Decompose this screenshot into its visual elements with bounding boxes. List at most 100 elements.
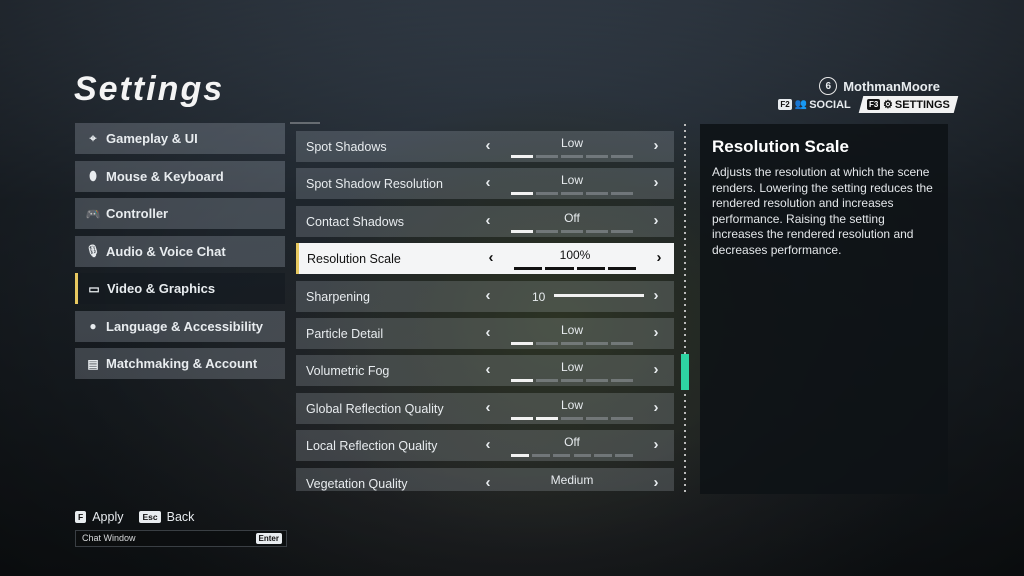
chevron-right-icon[interactable]: ›: [650, 137, 662, 154]
scrollbar-dot: [684, 202, 686, 204]
slider-track[interactable]: [554, 293, 644, 297]
setting-row-spot-shadows[interactable]: Spot Shadows ‹ › Low: [296, 131, 674, 162]
sidebar-item-label: Video & Graphics: [107, 281, 216, 296]
sidebar-item-controller[interactable]: 🎮 Controller: [75, 198, 285, 229]
level-indicator-segment: [536, 379, 558, 383]
level-indicator-segment: [561, 416, 583, 420]
setting-row-resolution-scale[interactable]: Resolution Scale ‹ › 100%: [296, 243, 674, 275]
setting-row-contact-shadows[interactable]: Contact Shadows ‹ › Off: [296, 205, 674, 237]
scrollbar-dot: [684, 478, 686, 480]
setting-row-vegetation-quality[interactable]: Vegetation Quality ‹ › Medium: [296, 467, 674, 491]
sidebar-item-mouse-keyboard[interactable]: ⬮ Mouse & Keyboard: [75, 160, 285, 192]
scrollbar-thumb[interactable]: [681, 354, 689, 390]
social-tab-label: SOCIAL: [809, 98, 851, 111]
scrollbar-dot: [684, 304, 686, 306]
level-indicator-segment: [611, 155, 633, 158]
monitor-icon: ▭: [88, 281, 100, 296]
level-indicator-segment: [611, 416, 633, 420]
sidebar-item-language-accessibility[interactable]: ● Language & Accessibility: [75, 310, 285, 342]
chevron-right-icon[interactable]: ›: [650, 436, 662, 453]
chevron-right-icon[interactable]: ›: [650, 287, 662, 304]
level-indicator-segment: [561, 379, 583, 383]
chevron-left-icon[interactable]: ‹: [482, 399, 494, 416]
setting-row-particle-detail[interactable]: Particle Detail ‹ › Low: [296, 318, 674, 349]
setting-row-sharpening[interactable]: Sharpening ‹ › 10: [296, 280, 674, 312]
sidebar-item-gameplay-ui[interactable]: ⌖ Gameplay & UI: [75, 123, 285, 154]
apply-label: Apply: [92, 510, 124, 524]
chevron-left-icon[interactable]: ‹: [482, 137, 494, 154]
chevron-right-icon[interactable]: ›: [650, 174, 662, 191]
chevron-right-icon[interactable]: ›: [650, 324, 662, 341]
setting-value: Medium: [550, 472, 594, 487]
setting-value: Low: [560, 360, 583, 375]
sidebar-item-video-graphics[interactable]: ▭ Video & Graphics: [75, 273, 285, 304]
chevron-left-icon[interactable]: ‹: [482, 474, 494, 491]
top-nav: F2 👥 SOCIAL F3 ⚙ SETTINGS: [772, 96, 959, 113]
sidebar-item-label: Audio & Voice Chat: [106, 243, 226, 259]
setting-value: Off: [564, 210, 580, 225]
scrollbar-dot: [684, 226, 686, 228]
scrollbar-dot: [684, 244, 686, 246]
crosshair-icon: ⌖: [89, 131, 97, 145]
scrollbar-dot: [684, 460, 686, 462]
scrollbar-dot: [684, 256, 686, 258]
level-indicator-segment: [511, 379, 533, 383]
scrollbar-dot: [684, 148, 686, 150]
level-indicator-segment: [615, 454, 633, 458]
enter-key: Enter: [255, 533, 282, 544]
scrollbar-dot: [684, 466, 686, 468]
setting-row-volumetric-fog[interactable]: Volumetric Fog ‹ › Low: [296, 355, 674, 387]
chevron-left-icon[interactable]: ‹: [482, 361, 494, 378]
setting-row-spot-shadow-resolution[interactable]: Spot Shadow Resolution ‹ › Low: [296, 168, 674, 200]
setting-label: Spot Shadow Resolution: [306, 177, 443, 192]
sidebar-item-audio-voice-chat[interactable]: 🎙 Audio & Voice Chat: [75, 235, 285, 267]
chevron-left-icon[interactable]: ‹: [482, 324, 494, 341]
scrollbar-dot: [684, 154, 686, 156]
chevron-left-icon[interactable]: ‹: [482, 174, 494, 191]
sidebar-item-matchmaking-account[interactable]: ▤ Matchmaking & Account: [75, 348, 285, 379]
settings-tab-label: SETTINGS: [894, 98, 950, 111]
level-indicator-segment: [511, 192, 533, 196]
apply-hint[interactable]: F Apply: [75, 510, 123, 524]
level-indicator-segment: [586, 155, 608, 158]
level-indicator-segment: [586, 229, 608, 233]
chevron-left-icon[interactable]: ‹: [485, 249, 497, 266]
chevron-right-icon[interactable]: ›: [650, 212, 662, 229]
social-tab[interactable]: F2 👥 SOCIAL: [772, 97, 856, 113]
level-indicator-segment: [536, 342, 558, 345]
back-hint[interactable]: Esc Back: [139, 510, 194, 524]
setting-value: Low: [560, 323, 583, 337]
level-indicator-segment: [536, 155, 558, 158]
scrollbar-dot: [684, 190, 686, 192]
page-title: Settings: [74, 70, 225, 108]
scrollbar-dot: [684, 196, 686, 198]
setting-label: Contact Shadows: [306, 214, 404, 229]
scrollbar-dot: [684, 220, 686, 222]
chat-input[interactable]: Chat Window Enter: [75, 530, 287, 547]
level-indicator-segment: [531, 454, 550, 458]
chevron-left-icon[interactable]: ‹: [482, 212, 494, 229]
scrollbar-dot: [684, 238, 686, 240]
chevron-right-icon[interactable]: ›: [653, 249, 665, 266]
settings-tab[interactable]: F3 ⚙ SETTINGS: [858, 96, 959, 113]
chevron-right-icon[interactable]: ›: [650, 474, 662, 491]
chevron-left-icon[interactable]: ‹: [482, 436, 494, 453]
setting-row-local-reflection-quality[interactable]: Local Reflection Quality ‹ › Off: [296, 430, 674, 462]
chevron-right-icon[interactable]: ›: [650, 361, 662, 378]
scrollbar-dot: [684, 160, 686, 162]
sidebar-item-label: Language & Accessibility: [106, 318, 264, 334]
setting-row-global-reflection-quality[interactable]: Global Reflection Quality ‹ › Low: [296, 392, 674, 424]
chevron-right-icon[interactable]: ›: [650, 399, 662, 416]
level-indicator-segment: [573, 454, 592, 458]
scrollbar-dot: [684, 142, 686, 144]
scrollbar-dot: [684, 250, 686, 252]
user-profile[interactable]: 6 MothmanMoore: [819, 77, 940, 95]
setting-label: Volumetric Fog: [306, 364, 390, 379]
scrollbar-dot: [684, 286, 686, 288]
scrollbar-dot: [684, 490, 686, 492]
chevron-left-icon[interactable]: ‹: [482, 287, 494, 304]
description-panel: Resolution Scale Adjusts the resolution …: [700, 124, 948, 494]
scrollbar-dot: [684, 322, 686, 324]
settings-sidebar: ⌖ Gameplay & UI ⬮ Mouse & Keyboard 🎮 Controll…: [75, 123, 285, 386]
level-indicator-segment: [561, 342, 583, 345]
